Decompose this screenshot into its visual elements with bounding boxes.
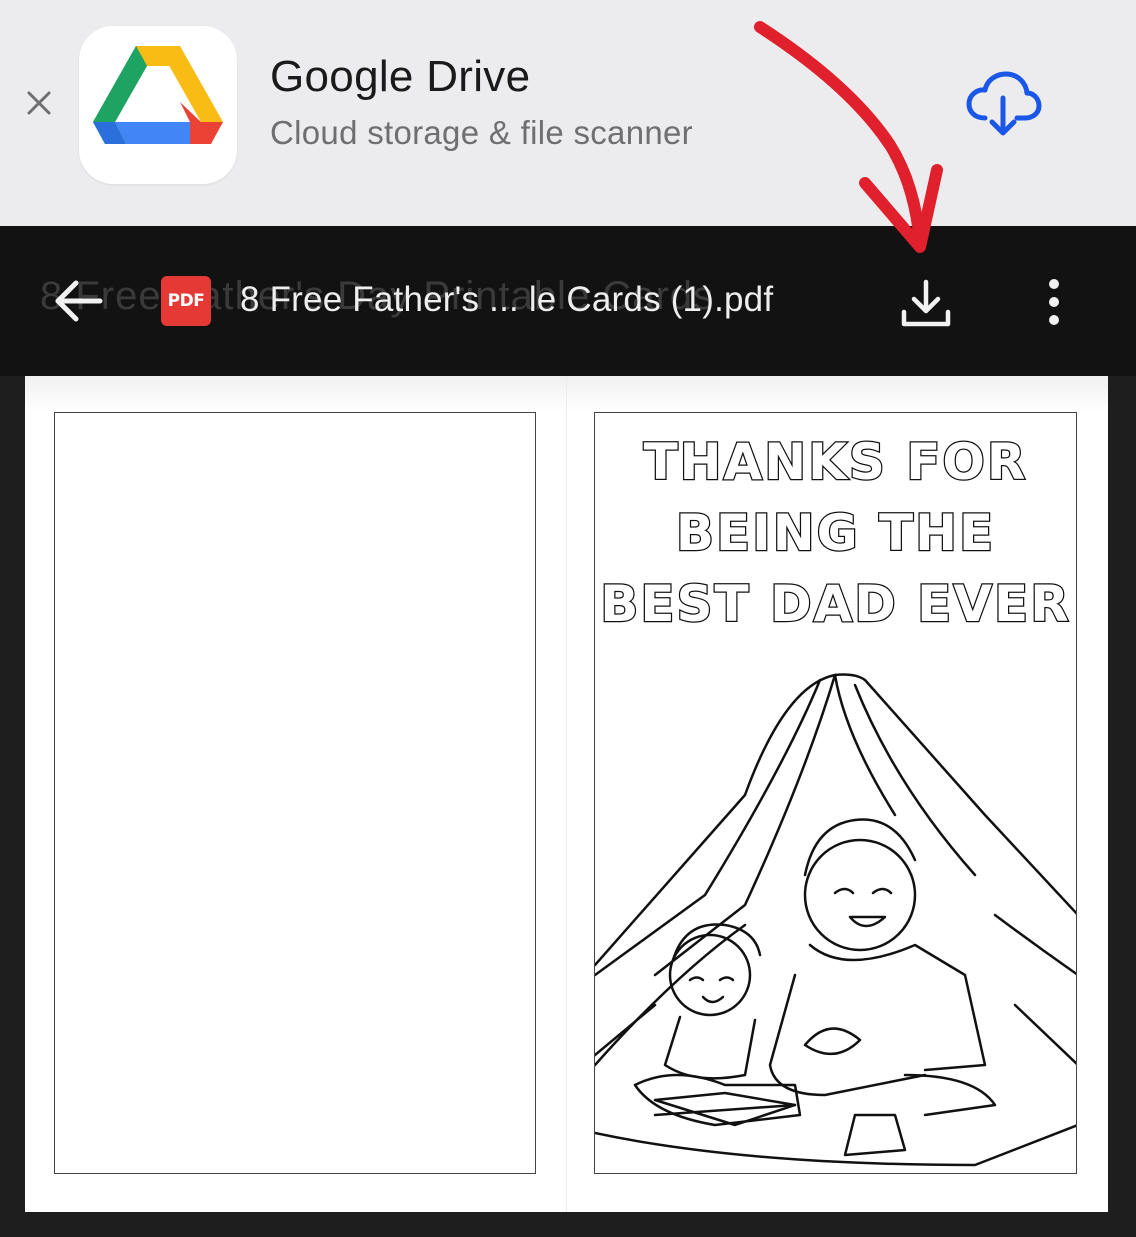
cloud-download-icon[interactable] (963, 68, 1043, 140)
app-banner: Google Drive Cloud storage & file scanne… (0, 0, 1136, 226)
google-drive-app-icon[interactable] (79, 26, 237, 184)
download-icon (901, 279, 951, 327)
google-drive-logo-icon (93, 46, 223, 144)
document-viewer[interactable]: THANKS FOR BEING THE BEST DAD EVER (0, 376, 1136, 1237)
card-line-3: BEST DAD EVER (599, 574, 1071, 635)
pdf-page: THANKS FOR BEING THE BEST DAD EVER (25, 376, 1108, 1212)
viewer-toolbar: 8 Free Father's Day Printable Cards PDF … (0, 226, 1136, 376)
arrow-left-icon (55, 280, 103, 322)
more-options-button[interactable] (1040, 276, 1068, 328)
card-front: THANKS FOR BEING THE BEST DAD EVER (594, 412, 1077, 1174)
card-line-1: THANKS FOR (642, 432, 1028, 493)
download-button[interactable] (898, 278, 954, 330)
close-icon[interactable] (22, 86, 56, 120)
pdf-file-icon: PDF (161, 276, 211, 326)
back-button[interactable] (52, 278, 106, 324)
fold-line (566, 376, 567, 1212)
card-message: THANKS FOR BEING THE BEST DAD EVER (595, 427, 1076, 640)
card-line-2: BEING THE (675, 503, 996, 564)
file-name: 8 Free Father's ... le Cards (1).pdf (240, 280, 774, 319)
more-vertical-icon (1049, 279, 1059, 325)
tent-father-child-illustration (595, 673, 1076, 1167)
app-subtitle: Cloud storage & file scanner (270, 114, 693, 151)
card-inside-blank (54, 412, 536, 1174)
app-title: Google Drive (270, 52, 531, 101)
